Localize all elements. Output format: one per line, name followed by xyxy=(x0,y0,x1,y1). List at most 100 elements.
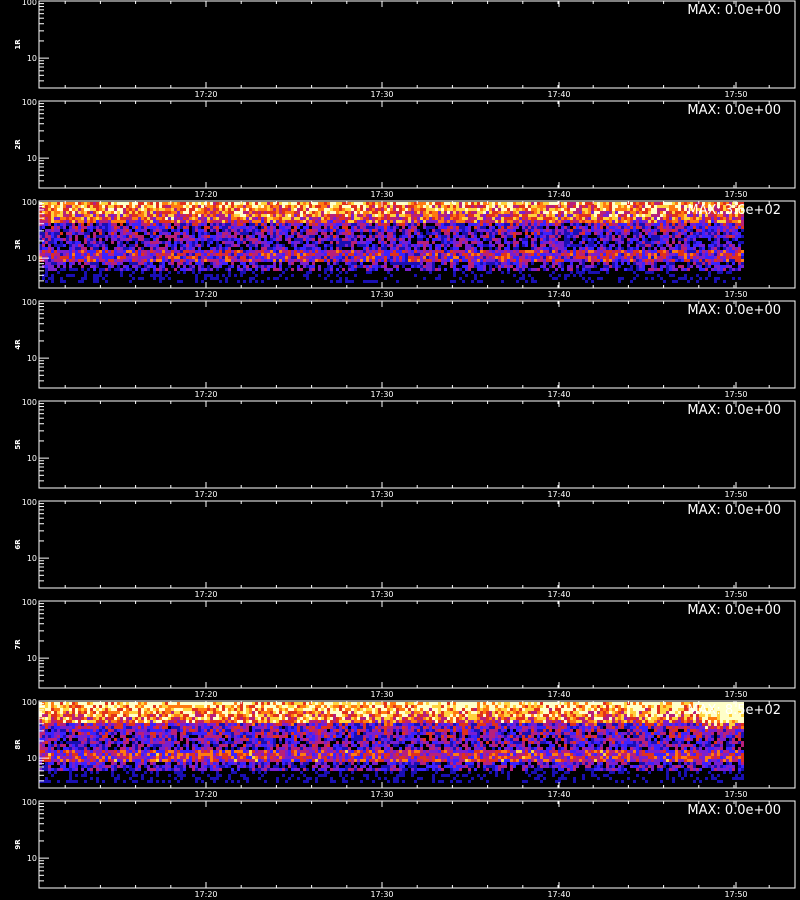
heatmap-cell xyxy=(681,214,684,217)
heatmap-cell xyxy=(183,247,186,250)
heatmap-cell xyxy=(486,244,489,247)
heatmap-cell xyxy=(651,217,654,220)
heatmap-cell xyxy=(219,256,222,259)
heatmap-cell xyxy=(285,268,288,271)
heatmap-cell xyxy=(498,259,501,262)
heatmap-cell xyxy=(528,220,531,223)
heatmap-cell xyxy=(192,250,195,253)
heatmap-cell xyxy=(459,235,462,238)
panel-1r: 100101R17:20 17:30 17:40 17:50MAX: 0.0e+00 xyxy=(14,0,796,99)
heatmap-cell xyxy=(456,214,459,217)
heatmap-cell xyxy=(96,241,99,244)
heatmap-cell xyxy=(510,235,513,238)
heatmap-cell xyxy=(315,226,318,229)
axes-frame xyxy=(38,0,796,89)
heatmap-cell xyxy=(123,265,126,268)
heatmap-cell xyxy=(741,241,744,244)
heatmap-cell xyxy=(387,229,390,232)
heatmap-cell xyxy=(225,238,228,241)
heatmap-cell xyxy=(186,223,189,226)
heatmap-cell xyxy=(258,217,261,220)
heatmap-cell xyxy=(504,214,507,217)
heatmap-cell xyxy=(423,265,426,268)
heatmap-cell xyxy=(162,211,165,214)
heatmap-cell xyxy=(483,256,486,259)
heatmap-cell xyxy=(135,205,138,208)
heatmap-cell xyxy=(417,223,420,226)
heatmap-cell xyxy=(168,259,171,262)
heatmap-cell xyxy=(96,226,99,229)
heatmap-cell xyxy=(216,262,219,265)
heatmap-cell xyxy=(510,229,513,232)
heatmap-cell xyxy=(387,208,390,211)
heatmap-cell xyxy=(465,265,468,268)
heatmap-cell xyxy=(648,241,651,244)
heatmap-cell xyxy=(108,211,111,214)
heatmap-cell xyxy=(114,256,117,259)
heatmap-cell xyxy=(702,268,705,271)
heatmap-cell xyxy=(690,259,693,262)
heatmap-cell xyxy=(267,220,270,223)
heatmap-cell xyxy=(201,235,204,238)
heatmap-cell xyxy=(681,244,684,247)
heatmap-cell xyxy=(378,205,381,208)
heatmap-cell xyxy=(153,229,156,232)
heatmap-cell xyxy=(255,208,258,211)
heatmap-cell xyxy=(279,220,282,223)
heatmap-cell xyxy=(90,241,93,244)
heatmap-cell xyxy=(147,268,150,271)
heatmap-cell xyxy=(501,256,504,259)
heatmap-cell xyxy=(471,220,474,223)
heatmap-cell xyxy=(390,235,393,238)
heatmap-cell xyxy=(711,244,714,247)
heatmap-cell xyxy=(255,211,258,214)
heatmap-cell xyxy=(150,244,153,247)
heatmap-cell xyxy=(78,214,81,217)
heatmap-cell xyxy=(93,235,96,238)
heatmap-cell xyxy=(261,220,264,223)
heatmap-cell xyxy=(456,235,459,238)
heatmap-cell xyxy=(273,250,276,253)
heatmap-cell xyxy=(372,211,375,214)
heatmap-cell xyxy=(63,220,66,223)
heatmap-cell xyxy=(381,232,384,235)
heatmap-cell xyxy=(387,232,390,235)
heatmap-cell xyxy=(357,244,360,247)
heatmap-cell xyxy=(249,256,252,259)
heatmap-cell xyxy=(507,244,510,247)
heatmap-cell xyxy=(537,229,540,232)
heatmap-cell xyxy=(303,202,306,205)
heatmap-cell xyxy=(141,211,144,214)
heatmap-cell xyxy=(237,226,240,229)
heatmap-cell xyxy=(186,256,189,259)
heatmap-cell xyxy=(507,259,510,262)
heatmap-cell xyxy=(522,244,525,247)
heatmap-cell xyxy=(48,214,51,217)
heatmap-cell xyxy=(489,205,492,208)
heatmap-cell xyxy=(192,202,195,205)
heatmap-cell xyxy=(546,232,549,235)
heatmap-cell xyxy=(603,217,606,220)
heatmap-cell xyxy=(447,229,450,232)
heatmap-cell xyxy=(492,232,495,235)
heatmap-cell xyxy=(144,238,147,241)
heatmap-cell xyxy=(579,271,582,274)
heatmap-cell xyxy=(132,256,135,259)
heatmap-cell xyxy=(183,202,186,205)
heatmap-cell xyxy=(711,226,714,229)
heatmap-cell xyxy=(444,208,447,211)
heatmap-cell xyxy=(222,253,225,256)
heatmap-cell xyxy=(549,259,552,262)
heatmap-cell xyxy=(180,226,183,229)
heatmap-cell xyxy=(624,202,627,205)
heatmap-cell xyxy=(246,226,249,229)
heatmap-cell xyxy=(561,211,564,214)
heatmap-cell xyxy=(516,253,519,256)
heatmap-cell xyxy=(666,232,669,235)
heatmap-cell xyxy=(312,262,315,265)
heatmap-cell xyxy=(129,250,132,253)
heatmap-cell xyxy=(234,211,237,214)
heatmap-cell xyxy=(210,217,213,220)
heatmap-cell xyxy=(735,250,738,253)
heatmap-cell xyxy=(45,223,48,226)
